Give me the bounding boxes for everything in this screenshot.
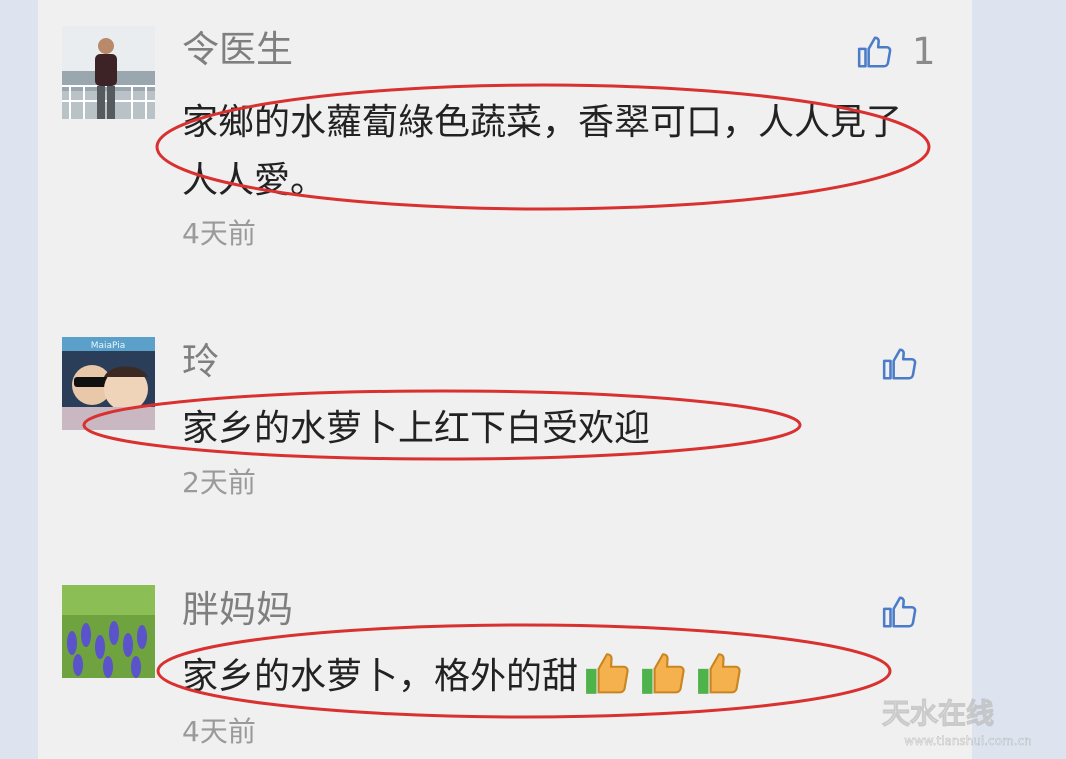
like-button[interactable]: 1 xyxy=(856,28,936,76)
avatar-caption: MaiaPia xyxy=(91,341,126,351)
avatar[interactable] xyxy=(62,26,155,119)
like-count: 1 xyxy=(912,30,936,73)
watermark-url: www.tianshui.com.cn xyxy=(904,734,1031,748)
like-button[interactable] xyxy=(881,340,919,388)
comment-text: 家鄉的水蘿蔔綠色蔬菜，香翠可口，人人見了人人愛。 xyxy=(182,102,903,201)
commenter-name[interactable]: 令医生 xyxy=(182,28,293,72)
thumbs-up-emoji xyxy=(696,648,746,698)
two-kids-selfie-icon: MaiaPia xyxy=(62,337,155,430)
comment-text-content: 家乡的水萝卜，格外的甜 xyxy=(182,656,579,697)
person-by-railing-icon xyxy=(62,26,155,119)
purple-flowers-icon xyxy=(62,585,155,678)
comment-time: 4天前 xyxy=(182,217,256,250)
watermark-brand: 天水在线 xyxy=(882,697,994,730)
comment-time: 2天前 xyxy=(182,466,256,499)
avatar[interactable] xyxy=(62,585,155,678)
thumbs-up-emoji xyxy=(584,648,634,698)
comment-time: 4天前 xyxy=(182,715,256,748)
site-watermark: 天水在线 www.tianshui.com.cn xyxy=(818,693,1058,751)
thumbs-up-icon xyxy=(857,36,892,68)
watermark-logo: 天水在线 www.tianshui.com.cn xyxy=(881,697,1031,749)
comment-panel: 令医生 家鄉的水蘿蔔綠色蔬菜，香翠可口，人人見了人人愛。 4天前 1 MaiaP… xyxy=(38,0,972,759)
comment-text: 家乡的水萝卜，格外的甜 xyxy=(182,648,902,706)
thumbs-up-emoji xyxy=(640,648,690,698)
commenter-name[interactable]: 玲 xyxy=(182,340,219,384)
comment-text: 家乡的水萝卜上红下白受欢迎 xyxy=(182,408,651,449)
like-button[interactable] xyxy=(881,588,919,636)
thumbs-up-icon xyxy=(882,348,917,380)
thumbs-up-icon xyxy=(882,596,917,628)
commenter-name[interactable]: 胖妈妈 xyxy=(182,588,293,632)
avatar[interactable]: MaiaPia xyxy=(62,337,155,430)
